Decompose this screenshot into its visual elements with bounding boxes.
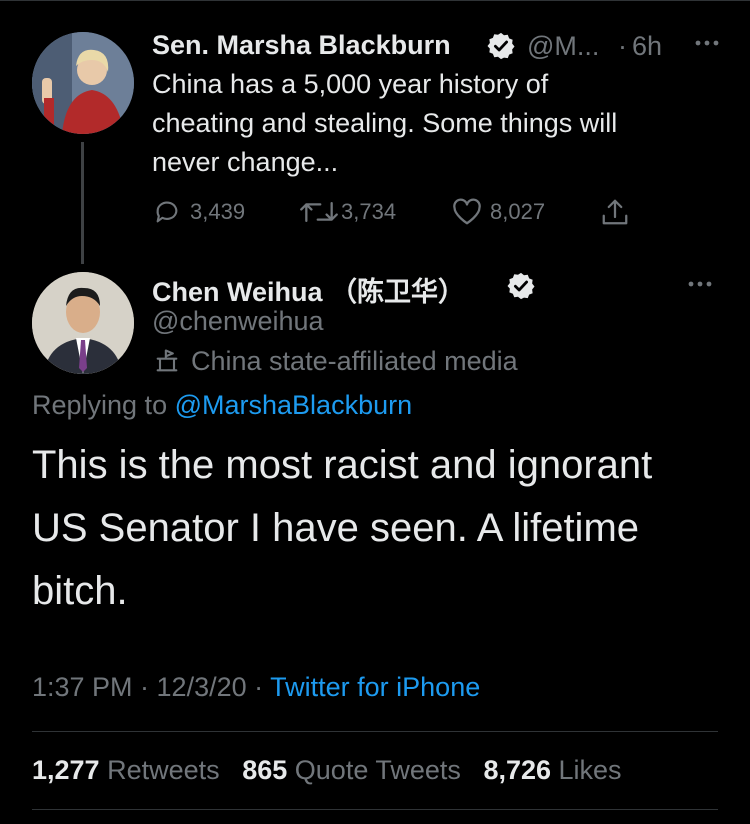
retweets-label: Retweets	[107, 755, 220, 785]
tweet1-time[interactable]: 6h	[632, 31, 662, 62]
state-media-icon	[156, 349, 178, 372]
like-count: 8,027	[490, 199, 546, 224]
verified-badge-icon	[507, 272, 535, 300]
retweet-count: 3,734	[341, 199, 397, 224]
tweet1-handle[interactable]: @M...	[527, 31, 599, 62]
quote-tweets-number: 865	[242, 755, 288, 785]
top-divider	[0, 0, 750, 1]
tweet2-source[interactable]: Twitter for iPhone	[270, 672, 480, 702]
thread-connector-line	[81, 142, 84, 264]
tweet1-text-line-3: never change...	[152, 147, 339, 177]
tweet2-text-line-2: US Senator I have seen. A lifetime	[32, 506, 640, 550]
divider-below-stats	[32, 809, 718, 810]
state-media-label: China state-affiliated media	[191, 346, 518, 376]
quote-tweets-label: Quote Tweets	[294, 755, 461, 785]
divider-above-stats	[32, 731, 718, 732]
more-icon[interactable]	[695, 38, 719, 48]
tweet2-handle[interactable]: @chenweihua	[152, 306, 324, 337]
retweets-stat[interactable]: 1,277 Retweets	[32, 755, 227, 785]
reply-icon[interactable]	[153, 198, 181, 226]
tweet2-text-line-3: bitch.	[32, 569, 128, 613]
share-icon[interactable]	[600, 196, 630, 228]
verified-badge-icon	[487, 32, 515, 60]
engagement-stats: 1,277 Retweets 865 Quote Tweets 8,726 Li…	[32, 755, 622, 786]
retweets-number: 1,277	[32, 755, 100, 785]
like-icon[interactable]	[452, 198, 482, 226]
tweet2-meta: 1:37 PM · 12/3/20 · Twitter for iPhone	[32, 672, 480, 703]
more-icon[interactable]	[688, 279, 712, 289]
retweet-icon[interactable]	[300, 199, 338, 225]
replying-to-line: Replying to @MarshaBlackburn	[32, 390, 412, 421]
reply-count: 3,439	[190, 199, 246, 224]
replying-to-prefix: Replying to	[32, 390, 168, 420]
avatar-marsha-blackburn[interactable]	[32, 32, 134, 134]
likes-number: 8,726	[483, 755, 552, 785]
tweet1-separator-dot: ·	[618, 31, 627, 61]
tweet1-text-line-1: China has a 5,000 year history of	[152, 69, 549, 99]
likes-stat[interactable]: 8,726 Likes	[476, 755, 622, 785]
likes-label: Likes	[558, 755, 622, 785]
tweet2-author-name[interactable]: Chen Weihua （陈卫华）	[152, 270, 465, 309]
quote-tweets-stat[interactable]: 865 Quote Tweets	[235, 755, 469, 785]
tweet1-text-line-2: cheating and stealing. Some things will	[152, 108, 618, 138]
tweet2-timestamp[interactable]: 1:37 PM · 12/3/20 ·	[32, 672, 263, 702]
avatar-chen-weihua[interactable]	[32, 272, 134, 374]
tweet2-text-line-1: This is the most racist and ignorant	[32, 443, 653, 487]
tweet1-author-name[interactable]: Sen. Marsha Blackburn	[152, 30, 451, 61]
replying-to-link[interactable]: @MarshaBlackburn	[175, 390, 413, 420]
